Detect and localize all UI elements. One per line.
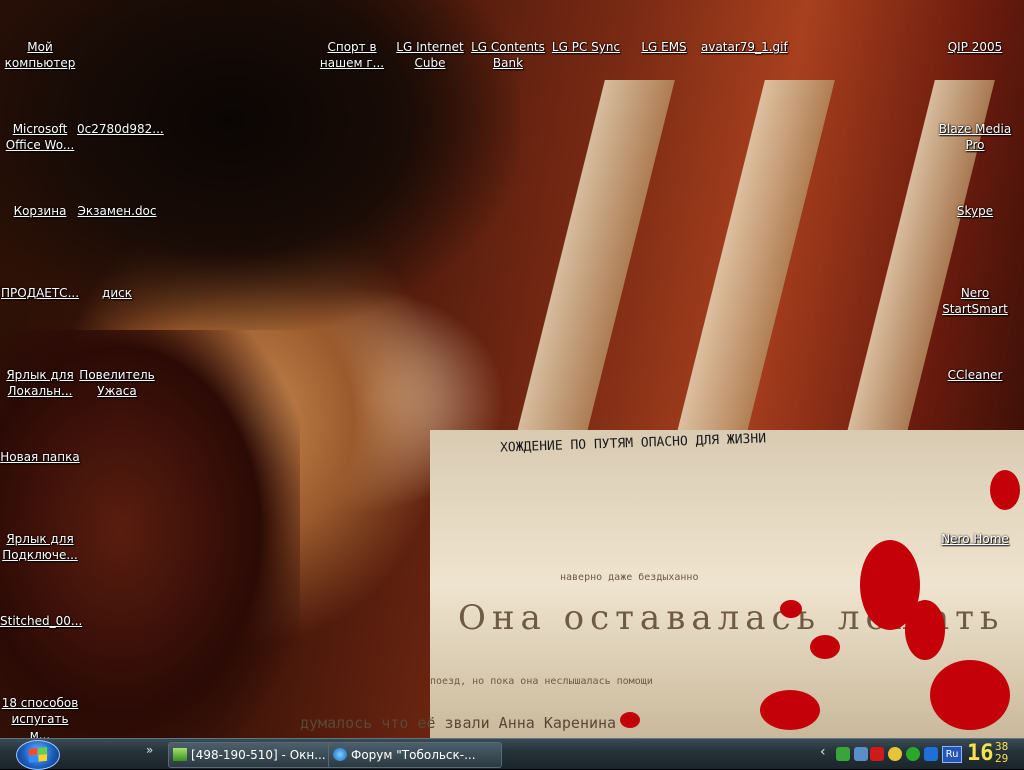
taskbar-button-forum-browser[interactable]: Форум "Тобольск-... [328,742,502,768]
taskbar-button-label: Форум "Тобольск-... [351,748,476,762]
desktop-icon-nero-startsmart[interactable]: Nero StartSmart [935,285,1015,317]
desktop-icon-blaze-media[interactable]: Blaze Media Pro [935,121,1015,153]
network-tray-icon[interactable] [854,747,868,761]
desktop-icon-qip[interactable]: QIP 2005 [935,39,1015,55]
desktop-icon-ccleaner[interactable]: CCleaner [935,367,1015,383]
internet-explorer-icon [333,748,347,761]
desktop-icon-skype[interactable]: Skype [935,203,1015,219]
qip-tray-icon[interactable] [836,747,850,761]
desktop-icon-lg-internet-cube[interactable]: LG Internet Cube [390,39,470,71]
desktop-icon-my-computer[interactable]: Мой компьютер [0,39,80,71]
language-indicator[interactable]: Ru [942,746,962,763]
wallpaper-pillar [675,80,835,440]
taskbar-button-chat-window[interactable]: [498-190-510] - Окн... [168,742,342,768]
tray-expand-icon[interactable]: ‹ [820,744,826,760]
wallpaper-pillar [515,80,675,440]
desktop-icon-prodaets[interactable]: ПРОДАЕТС... [0,285,80,301]
start-button[interactable] [16,740,60,770]
clock-minutes-line2: 29 [995,752,1009,765]
desktop-icon-18-ways[interactable]: 18 способов испугать м... [0,695,80,738]
desktop-icon-lg-ems[interactable]: LG EMS [624,39,704,55]
desktop-icon-disk[interactable]: диск [77,285,157,301]
clock-minutes[interactable]: 38 29 [995,741,1008,765]
windows-logo-icon [29,747,47,763]
desktop-icon-povelitel-uzhasa[interactable]: Повелитель Ужаса [77,367,157,399]
desktop-icon-sport[interactable]: Спорт в нашем г... [312,39,392,71]
chat-window-icon [173,748,187,761]
desktop-icon-lg-pc-sync[interactable]: LG PC Sync [546,39,626,55]
blood-splatter [990,470,1020,510]
desktop-icon-ms-office[interactable]: Microsoft Office Wo... [0,121,80,153]
blood-splatter [620,712,640,728]
clock-hour[interactable]: 16 [967,741,994,766]
wallpaper-line: поезд, но пока она неслышалась помощи [430,676,653,687]
desktop-icon-exam-doc[interactable]: Экзамен.doc [77,203,157,219]
blood-splatter [810,635,840,659]
desktop-icon-file-0c2780[interactable]: 0c2780d982... [77,121,164,137]
desktop-icon-avatar-gif[interactable]: avatar79_1.gif [701,39,788,55]
blood-splatter [760,690,820,730]
desktop-icon-shortcut-local[interactable]: Ярлык для Локальн... [0,367,80,399]
taskbar-button-label: [498-190-510] - Окн... [191,748,326,762]
desktop-icon-new-folder[interactable]: Новая папка [0,449,80,465]
wallpaper-line: думалось что её звали Анна Каренина [300,714,617,732]
sound-tray-icon[interactable] [888,747,902,761]
security-tray-icon[interactable] [924,747,938,761]
blood-splatter [905,600,945,660]
wallpaper-line: наверно даже бездыханно [560,572,699,583]
kaspersky-tray-icon[interactable] [870,747,884,761]
skype-tray-icon[interactable] [906,747,920,761]
desktop-icon-stitched[interactable]: Stitched_00... [0,613,82,629]
taskbar: » [498-190-510] - Окн... Форум "Тобольск… [0,738,1024,770]
desktop-icon-nero-home[interactable]: Nero Home [935,531,1015,547]
blood-splatter [780,600,802,618]
quick-launch-expand-icon[interactable]: » [146,743,153,757]
desktop-wallpaper: ХОЖДЕНИЕ ПО ПУТЯМ ОПАСНО ДЛЯ ЖИЗНИ Она о… [0,0,1024,738]
desktop-icon-shortcut-connection[interactable]: Ярлык для Подключе... [0,531,80,563]
desktop-icon-recycle-bin[interactable]: Корзина [0,203,80,219]
desktop-icon-lg-contents-bank[interactable]: LG Contents Bank [468,39,548,71]
blood-splatter [930,660,1010,730]
